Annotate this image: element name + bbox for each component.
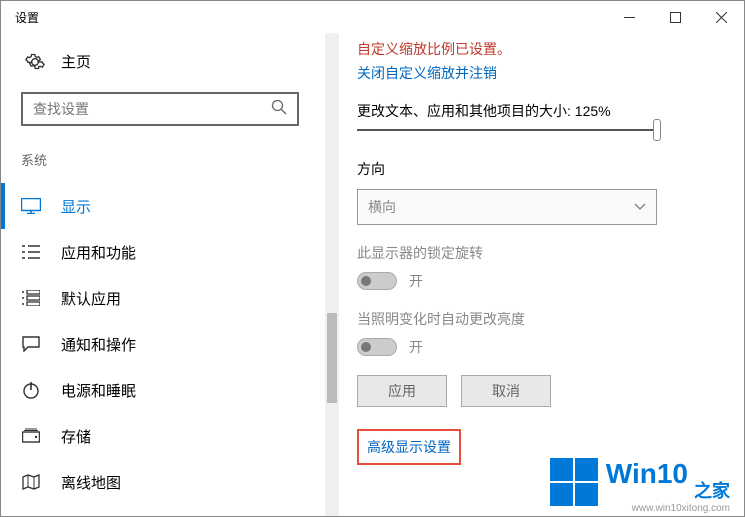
- nav-label: 离线地图: [61, 472, 121, 493]
- maximize-button[interactable]: [652, 1, 698, 33]
- power-icon: [21, 381, 41, 399]
- rotation-lock-toggle[interactable]: [357, 272, 397, 290]
- turn-off-scaling-link[interactable]: 关闭自定义缩放并注销: [357, 63, 497, 83]
- search-icon: [261, 99, 297, 120]
- storage-icon: [21, 428, 41, 444]
- orientation-heading: 方向: [357, 159, 724, 179]
- orientation-value: 横向: [368, 197, 634, 217]
- scroll-thumb[interactable]: [327, 313, 337, 403]
- nav-label: 存储: [61, 426, 91, 447]
- chevron-down-icon: [634, 203, 646, 211]
- sidebar: 主页 系统 显示 应用和功能 默认应用 通知和操作: [1, 33, 325, 516]
- list-icon: [21, 244, 41, 260]
- window-controls: [606, 1, 744, 33]
- search-box[interactable]: [21, 92, 299, 126]
- nav-storage[interactable]: 存储: [1, 413, 325, 459]
- main-panel: 自定义缩放比例已设置。 关闭自定义缩放并注销 更改文本、应用和其他项目的大小: …: [325, 33, 744, 516]
- nav-label: 应用和功能: [61, 242, 136, 263]
- slider-thumb-icon[interactable]: [653, 119, 661, 141]
- titlebar: 设置: [1, 1, 744, 33]
- defaults-icon: [21, 290, 41, 306]
- rotation-lock-state: 开: [409, 271, 423, 291]
- category-label: 系统: [1, 150, 325, 169]
- nav-apps[interactable]: 应用和功能: [1, 229, 325, 275]
- watermark-url: www.win10xitong.com: [632, 503, 730, 514]
- monitor-icon: [21, 198, 41, 214]
- scale-label: 更改文本、应用和其他项目的大小: 125%: [357, 101, 724, 121]
- map-icon: [21, 474, 41, 490]
- scrollbar[interactable]: [325, 33, 339, 516]
- home-label: 主页: [61, 51, 91, 72]
- nav-label: 默认应用: [61, 288, 121, 309]
- nav-label: 电源和睡眠: [61, 380, 136, 401]
- apply-button[interactable]: 应用: [357, 375, 447, 407]
- brightness-toggle[interactable]: [357, 338, 397, 356]
- scale-slider[interactable]: [357, 129, 657, 131]
- window-title: 设置: [15, 9, 39, 26]
- toggle-knob-icon: [361, 276, 371, 286]
- nav-label: 通知和操作: [61, 334, 136, 355]
- nav-default-apps[interactable]: 默认应用: [1, 275, 325, 321]
- nav-display[interactable]: 显示: [1, 183, 325, 229]
- close-button[interactable]: [698, 1, 744, 33]
- search-input[interactable]: [33, 101, 261, 117]
- brightness-state: 开: [409, 337, 423, 357]
- orientation-dropdown[interactable]: 横向: [357, 189, 657, 225]
- toggle-knob-icon: [361, 342, 371, 352]
- highlight-box: 高级显示设置: [357, 429, 461, 465]
- home-nav[interactable]: 主页: [1, 51, 325, 72]
- nav-label: 显示: [61, 196, 91, 217]
- gear-icon: [25, 52, 45, 72]
- advanced-display-link[interactable]: 高级显示设置: [367, 439, 451, 455]
- cancel-button[interactable]: 取消: [461, 375, 551, 407]
- message-icon: [21, 336, 41, 352]
- nav-maps[interactable]: 离线地图: [1, 459, 325, 505]
- minimize-button[interactable]: [606, 1, 652, 33]
- nav-notifications[interactable]: 通知和操作: [1, 321, 325, 367]
- brightness-label: 当照明变化时自动更改亮度: [357, 309, 724, 329]
- scaling-alert: 自定义缩放比例已设置。: [357, 39, 724, 59]
- rotation-lock-label: 此显示器的锁定旋转: [357, 243, 724, 263]
- nav-power[interactable]: 电源和睡眠: [1, 367, 325, 413]
